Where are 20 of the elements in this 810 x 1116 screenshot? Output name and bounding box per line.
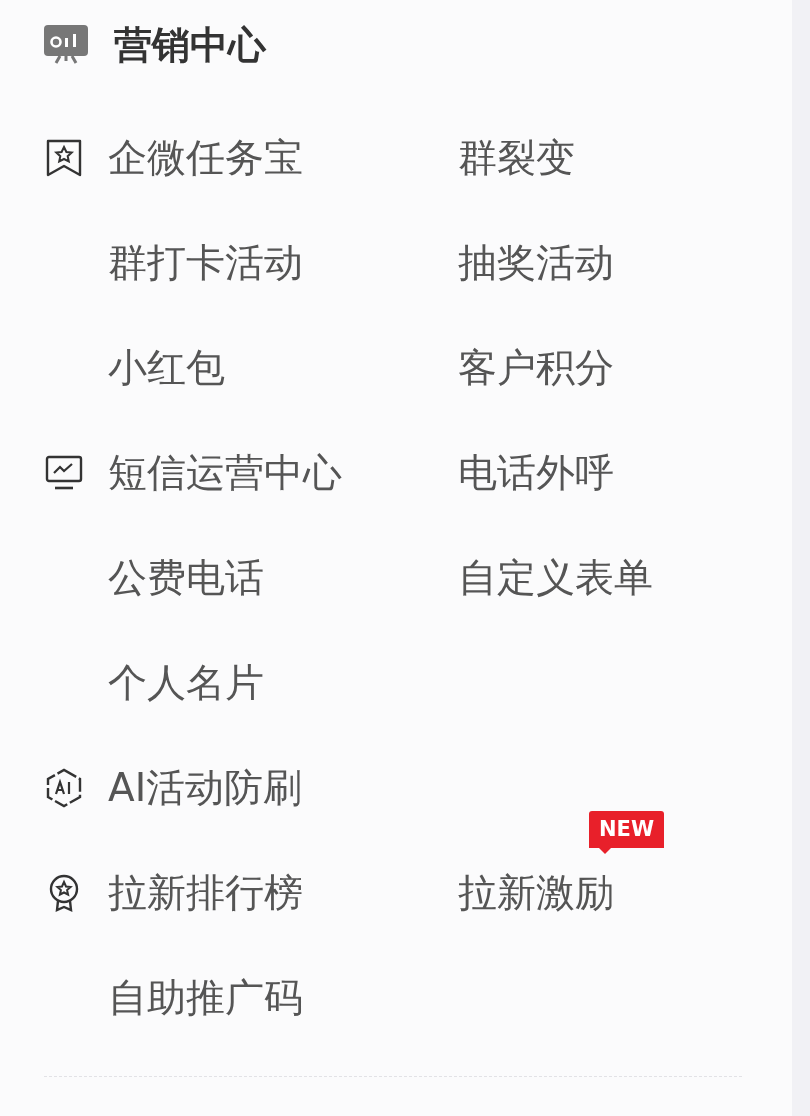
menu-item[interactable]: 电话外呼	[458, 449, 614, 495]
bookmark-star-icon	[44, 137, 84, 178]
menu-item[interactable]: 拉新激励	[458, 869, 614, 915]
ai-hexagon-icon	[44, 767, 84, 808]
chart-board-icon	[44, 25, 88, 65]
section-title: 营销中心	[114, 21, 266, 69]
menu-item[interactable]: 自定义表单	[458, 554, 653, 600]
menu-item[interactable]: 抽奖活动	[458, 239, 614, 285]
menu-item[interactable]: 短信运营中心	[108, 449, 342, 495]
menu-item[interactable]: AI活动防刷	[108, 764, 303, 810]
menu-item[interactable]: 公费电话	[108, 554, 264, 600]
menu-item[interactable]: 群裂变	[458, 134, 575, 180]
menu-item[interactable]: 群打卡活动	[108, 239, 303, 285]
menu-item[interactable]: 自助推广码	[108, 974, 303, 1020]
menu-item[interactable]: 客户积分	[458, 344, 614, 390]
menu-item[interactable]: 拉新排行榜	[108, 869, 303, 915]
new-badge: NEW	[589, 810, 665, 854]
menu-item[interactable]: 企微任务宝	[108, 134, 303, 180]
menu-item[interactable]: 小红包	[108, 344, 225, 390]
menu-item[interactable]: 个人名片	[108, 659, 264, 705]
